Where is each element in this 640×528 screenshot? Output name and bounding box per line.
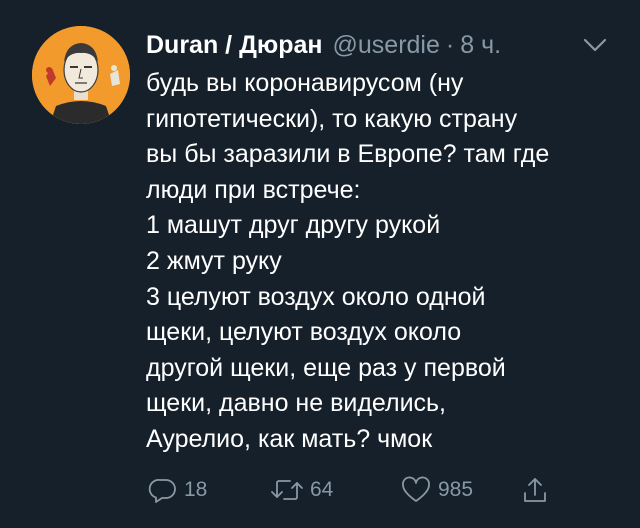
tweet[interactable]: Duran / Дюран @userdie · 8 ч. будь вы ко… xyxy=(0,0,640,528)
chevron-down-icon xyxy=(583,38,607,52)
reply-count: 18 xyxy=(184,478,208,501)
tweet-text-line: щеки, целуют воздух около xyxy=(146,318,462,347)
reply-button[interactable]: 18 xyxy=(148,470,207,510)
retweet-icon xyxy=(271,480,303,500)
tweet-header: Duran / Дюран @userdie · 8 ч. xyxy=(146,28,616,62)
timestamp[interactable]: 8 ч. xyxy=(460,28,501,62)
tweet-text-line: будь вы коронавирусом (ну xyxy=(146,69,464,97)
tweet-text-line: вы бы заразили в Европе? там где xyxy=(146,140,550,169)
tweet-content: Duran / Дюран @userdie · 8 ч. будь вы ко… xyxy=(146,28,616,458)
share-button[interactable] xyxy=(520,470,550,510)
tweet-text-line: 1 машут друг другу рукой xyxy=(146,211,441,240)
like-button[interactable]: 985 xyxy=(400,470,473,510)
retweet-count: 64 xyxy=(310,478,334,501)
tweet-actions: 18 64 985 xyxy=(146,470,616,510)
tweet-text-line: Аурелио, как мать? чмок xyxy=(146,424,433,453)
tweet-text: будь вы коронавирусом (ну гипотетически)… xyxy=(146,66,616,458)
avatar[interactable] xyxy=(32,26,130,124)
tweet-text-line: 3 целуют воздух около одной xyxy=(146,282,486,311)
tweet-menu-button[interactable] xyxy=(580,32,610,58)
tweet-text-line: щеки, давно не виделись, xyxy=(146,389,446,418)
heart-icon xyxy=(402,476,430,502)
user-handle[interactable]: @userdie xyxy=(333,28,440,62)
tweet-text-line: другой щеки, еще раз у первой xyxy=(146,353,506,382)
separator-dot: · xyxy=(445,31,455,59)
retweet-button[interactable]: 64 xyxy=(270,470,333,510)
like-count: 985 xyxy=(438,478,474,501)
tweet-text-line: гипотетически), то какую страну xyxy=(146,104,518,133)
tweet-text-line: люди при встрече: xyxy=(146,175,361,204)
share-icon xyxy=(524,478,546,502)
reply-icon xyxy=(148,479,176,503)
tweet-text-line: 2 жмут руку xyxy=(146,246,282,275)
avatar-illustration xyxy=(32,26,130,124)
display-name[interactable]: Duran / Дюран xyxy=(146,28,323,62)
